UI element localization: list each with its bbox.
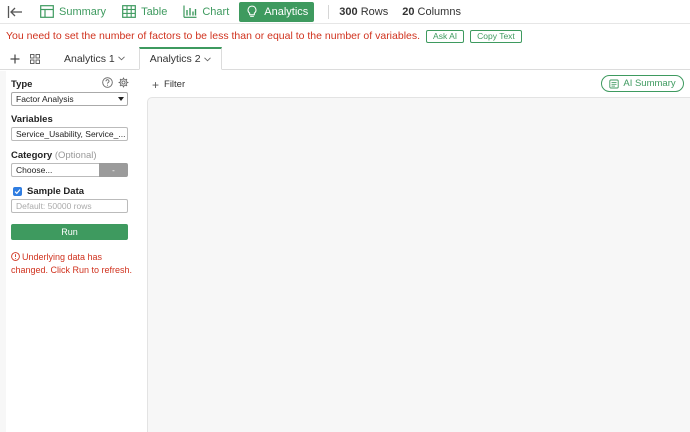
- table-icon: [122, 5, 136, 18]
- tab-table-label: Table: [141, 5, 168, 18]
- tab-analytics-1[interactable]: Analytics 1: [54, 48, 135, 69]
- error-message: You need to set the number of factors to…: [6, 30, 421, 42]
- sample-size-placeholder: Default: 50000 rows: [16, 201, 92, 211]
- refresh-warning-text: Underlying data has changed. Click Run t…: [11, 252, 133, 275]
- sample-data-label: Sample Data: [27, 186, 85, 197]
- filter-label: Filter: [164, 79, 186, 90]
- category-picker: Choose... -: [11, 163, 128, 177]
- toolbar-divider: [328, 4, 330, 19]
- sample-size-input[interactable]: Default: 50000 rows: [11, 199, 128, 213]
- tab-analytics-2[interactable]: Analytics 2: [138, 47, 222, 70]
- category-select[interactable]: Choose...: [11, 163, 99, 177]
- analytics-tab-strip: Analytics 1 Analytics 2: [0, 47, 690, 70]
- column-count-label: Columns: [417, 5, 461, 18]
- tab-chart-label: Chart: [202, 5, 230, 18]
- tab-analytics-2-label: Analytics 2: [149, 53, 201, 65]
- top-toolbar: Summary Table Chart Analytics 300 Rows 2…: [0, 0, 690, 24]
- ask-ai-button[interactable]: Ask AI: [426, 29, 465, 43]
- copy-text-button[interactable]: Copy Text: [470, 29, 522, 43]
- category-clear-button[interactable]: -: [99, 163, 128, 177]
- category-placeholder: Choose...: [16, 165, 53, 175]
- column-count-value: 20: [402, 5, 415, 18]
- run-button[interactable]: Run: [11, 224, 128, 240]
- gear-icon[interactable]: [118, 77, 129, 88]
- row-count-value: 300: [339, 5, 358, 18]
- chart-icon: [183, 5, 197, 18]
- type-select[interactable]: Factor Analysis: [11, 92, 128, 106]
- type-label: Type: [11, 79, 33, 90]
- refresh-warning: Underlying data has changed. Click Run t…: [11, 251, 136, 277]
- tab-analytics-label: Analytics: [264, 5, 309, 18]
- ai-summary-button[interactable]: AI Summary: [601, 75, 684, 92]
- category-optional-text: (Optional): [54, 150, 97, 161]
- settings-panel: Type Factor Analysis Variables Service_U…: [6, 71, 147, 432]
- arrow-left-bar-icon: [7, 5, 22, 18]
- tab-analytics[interactable]: Analytics: [239, 1, 315, 22]
- analytics-canvas: [147, 97, 690, 432]
- ai-summary-label: AI Summary: [623, 78, 676, 89]
- tab-summary-label: Summary: [59, 5, 107, 18]
- add-tab-button[interactable]: [6, 48, 24, 69]
- plus-icon: [10, 54, 20, 63]
- error-banner: You need to set the number of factors to…: [0, 24, 690, 48]
- variables-field[interactable]: Service_Usability, Service_...: [11, 127, 128, 141]
- help-icon[interactable]: [102, 77, 113, 88]
- checkmark-icon: [14, 189, 21, 195]
- lightbulb-icon: [247, 5, 257, 17]
- category-label: Category (Optional): [11, 150, 97, 161]
- filter-button[interactable]: + Filter: [152, 77, 186, 92]
- tab-analytics-1-label: Analytics 1: [64, 52, 115, 65]
- row-count: 300 Rows: [339, 6, 388, 18]
- plus-icon: +: [152, 77, 160, 92]
- chevron-down-icon: [203, 56, 211, 61]
- ai-summary-icon: [609, 79, 620, 88]
- caret-down-icon: [118, 97, 124, 101]
- collapse-back-button[interactable]: [2, 0, 28, 24]
- tab-summary[interactable]: Summary: [34, 2, 112, 22]
- tab-chart[interactable]: Chart: [177, 2, 235, 22]
- summary-icon: [40, 5, 54, 18]
- row-count-label: Rows: [360, 5, 389, 18]
- chevron-down-icon: [117, 56, 125, 61]
- category-label-text: Category: [11, 150, 53, 161]
- tab-grid-button[interactable]: [26, 48, 44, 69]
- tab-table[interactable]: Table: [116, 2, 173, 22]
- grid-icon: [30, 53, 40, 64]
- type-select-value: Factor Analysis: [16, 94, 74, 104]
- variables-field-value: Service_Usability, Service_...: [16, 129, 126, 139]
- exclamation-circle-icon: [11, 252, 20, 261]
- sample-data-checkbox[interactable]: [13, 187, 22, 196]
- variables-label: Variables: [11, 114, 53, 125]
- column-count: 20 Columns: [402, 6, 461, 18]
